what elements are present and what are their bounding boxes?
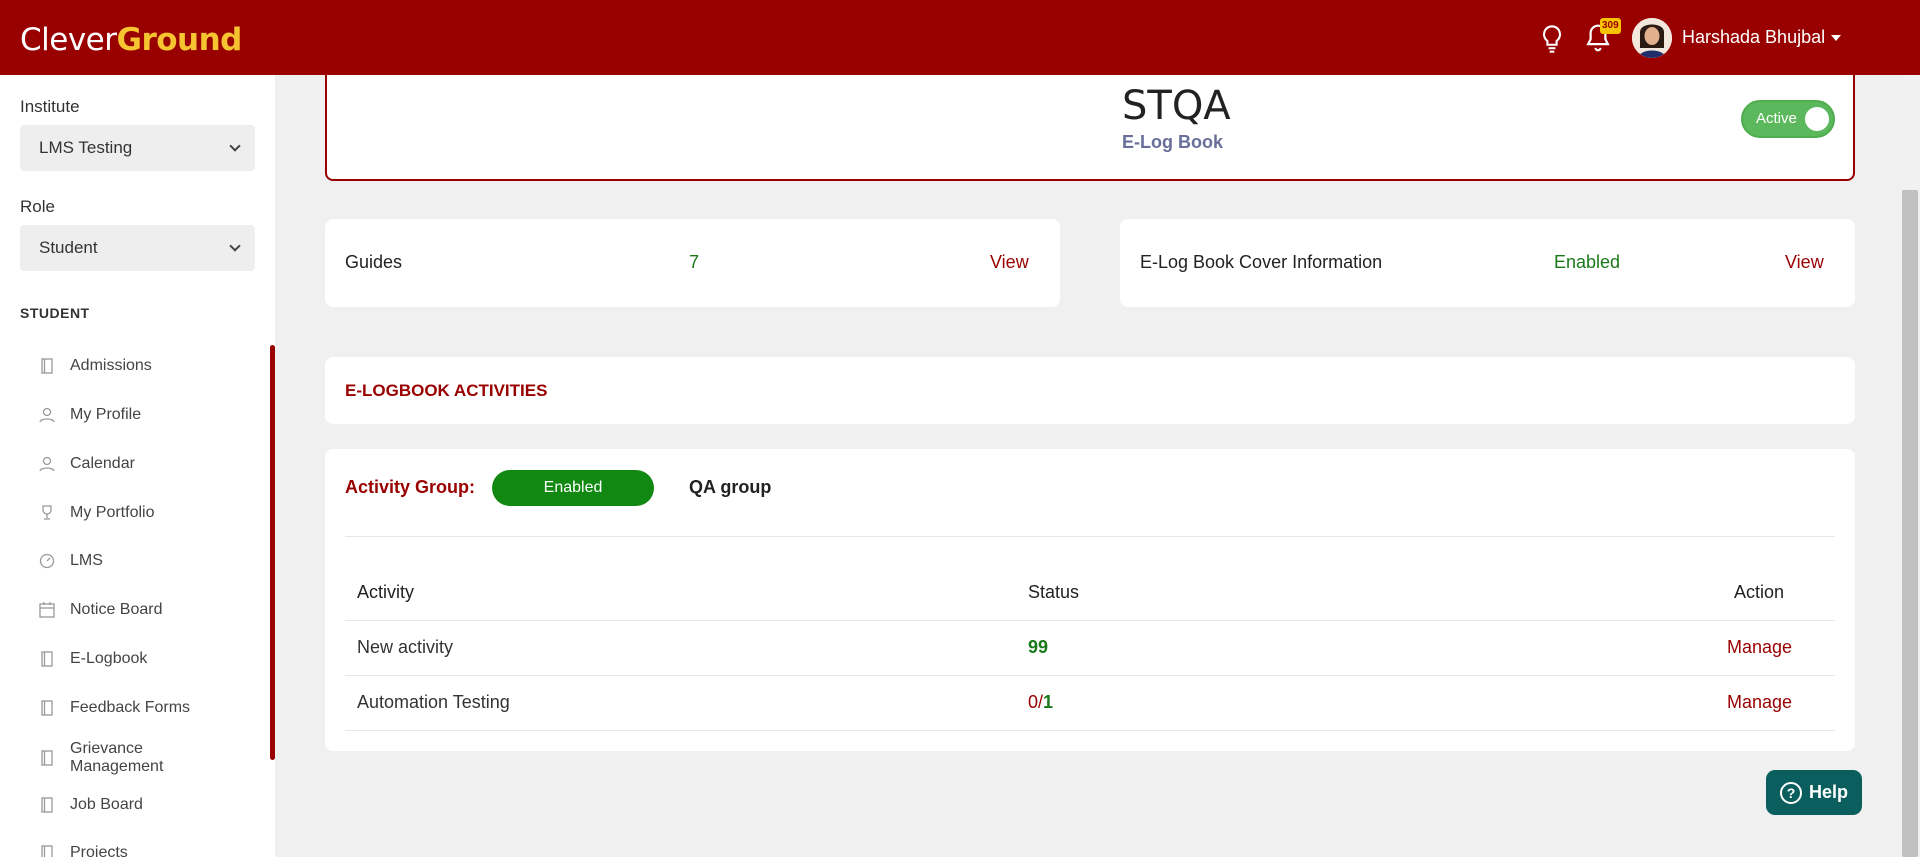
- book-icon: [41, 845, 53, 857]
- manage-link[interactable]: Manage: [1727, 692, 1792, 713]
- sidebar-item-label: My Portfolio: [70, 504, 155, 521]
- question-icon: ?: [1779, 781, 1802, 804]
- clever-ground-logo[interactable]: CleverGround: [20, 22, 242, 58]
- manage-link[interactable]: Manage: [1727, 637, 1792, 658]
- sidebar-item-label: Grievance Management: [70, 740, 163, 776]
- sidebar-item-label: My Profile: [70, 406, 142, 423]
- cover-info-view-link[interactable]: View: [1785, 252, 1824, 273]
- column-header-action: Action: [1734, 582, 1785, 602]
- page-scrollbar[interactable]: [1900, 75, 1920, 857]
- sidebar-item-label: Feedback Forms: [70, 699, 191, 716]
- avatar[interactable]: [1632, 18, 1672, 58]
- sidebar-item-projects[interactable]: Projects: [38, 844, 258, 857]
- chevron-down-icon: [229, 140, 241, 152]
- active-toggle[interactable]: Active: [1741, 100, 1835, 138]
- sidebar-item-lms[interactable]: LMS: [38, 552, 258, 570]
- sidebar-item-label: Admissions: [70, 357, 152, 374]
- book-icon: [41, 651, 53, 667]
- sidebar-scrollbar[interactable]: [270, 345, 275, 760]
- activity-group-card: Activity Group: Enabled QA group Activit…: [325, 449, 1855, 751]
- top-navbar: CleverGround 309 Harshada Bhujbal: [0, 0, 1920, 75]
- column-header-status: Status: [1028, 582, 1080, 602]
- sidebar-item-label: Notice Board: [70, 601, 163, 618]
- sidebar-item-job-board[interactable]: Job Board: [38, 796, 258, 814]
- sidebar-item-admissions[interactable]: Admissions: [38, 357, 258, 375]
- sidebar-item-label: LMS: [70, 552, 103, 569]
- sidebar-item-feedback-forms[interactable]: Feedback Forms: [38, 699, 258, 717]
- sidebar-item-label: Projects: [70, 844, 128, 857]
- logo-text-clever: Clever: [20, 22, 117, 58]
- book-icon: [41, 358, 53, 374]
- institute-select[interactable]: LMS Testing: [20, 125, 255, 171]
- logo-text-ground: Ground: [116, 22, 243, 58]
- activities-section-header: E-LOGBOOK ACTIVITIES: [325, 357, 1855, 424]
- help-button[interactable]: ? Help: [1766, 770, 1862, 815]
- calendar-icon: [39, 602, 55, 618]
- user-menu[interactable]: Harshada Bhujbal: [1682, 27, 1842, 48]
- guides-view-link[interactable]: View: [990, 252, 1029, 273]
- sidebar-item-calendar[interactable]: Calendar: [38, 455, 258, 473]
- scrollbar-thumb[interactable]: [1902, 190, 1918, 857]
- page-title: STQA: [1122, 83, 1231, 129]
- role-select-value: Student: [39, 238, 98, 257]
- cover-info-card: E-Log Book Cover Information Enabled Vie…: [1120, 219, 1855, 307]
- sidebar-item-label-line2: Management: [70, 758, 164, 775]
- activity-status-done: 0: [1028, 692, 1039, 712]
- sidebar-item-label: Calendar: [70, 455, 135, 472]
- cover-info-status: Enabled: [1554, 252, 1621, 272]
- activity-group-label: Activity Group:: [345, 477, 476, 497]
- activity-group-status-pill[interactable]: Enabled: [492, 470, 654, 506]
- trophy-icon: [42, 505, 52, 520]
- divider: [345, 675, 1835, 676]
- toggle-knob: [1805, 107, 1829, 131]
- activity-name: Automation Testing: [357, 692, 510, 712]
- activity-status: 99: [1028, 637, 1049, 657]
- institute-label: Institute: [20, 97, 80, 116]
- activity-group-name: QA group: [689, 477, 772, 497]
- sidebar-item-e-logbook[interactable]: E-Logbook: [38, 650, 258, 668]
- book-icon: [41, 750, 53, 766]
- help-label: Help: [1808, 782, 1848, 802]
- sidebar-item-label: Job Board: [70, 796, 143, 813]
- sidebar-item-label: E-Logbook: [70, 650, 148, 667]
- sidebar-item-my-portfolio[interactable]: My Portfolio: [38, 504, 258, 522]
- sidebar-item-notice-board[interactable]: Notice Board: [38, 601, 258, 619]
- institute-select-value: LMS Testing: [39, 138, 133, 157]
- book-icon: [41, 797, 53, 813]
- sidebar-item-my-profile[interactable]: My Profile: [38, 406, 258, 424]
- divider: [345, 730, 1835, 731]
- sidebar-section-student: STUDENT: [20, 305, 90, 321]
- sidebar-item-grievance-management[interactable]: Grievance Management: [38, 740, 258, 776]
- activity-status: 0/1: [1028, 692, 1053, 713]
- caret-down-icon: [1831, 34, 1842, 41]
- course-header-card: STQA E-Log Book Active: [325, 60, 1855, 181]
- role-label: Role: [20, 197, 55, 216]
- sidebar-item-label-line1: Grievance: [70, 740, 143, 757]
- guides-count: 7: [689, 252, 700, 272]
- role-select[interactable]: Student: [20, 225, 255, 271]
- cover-info-label: E-Log Book Cover Information: [1140, 252, 1383, 272]
- column-header-activity: Activity: [357, 582, 415, 602]
- active-toggle-label: Active: [1756, 110, 1797, 127]
- activity-name: New activity: [357, 637, 454, 657]
- notification-count-badge: 309: [1600, 18, 1621, 34]
- book-icon: [41, 700, 53, 716]
- lightbulb-icon[interactable]: [1538, 24, 1566, 54]
- sidebar: Institute LMS Testing Role Student STUDE…: [0, 75, 275, 857]
- user-icon: [39, 456, 55, 472]
- user-name: Harshada Bhujbal: [1682, 27, 1826, 47]
- page-subtitle: E-Log Book: [1122, 132, 1223, 152]
- divider: [345, 620, 1835, 621]
- guides-card: Guides 7 View: [325, 219, 1060, 307]
- user-icon: [39, 407, 55, 423]
- divider: [345, 536, 1835, 537]
- gauge-icon: [39, 553, 55, 569]
- chevron-down-icon: [229, 240, 241, 252]
- guides-label: Guides: [345, 252, 403, 272]
- activity-status-total: 1: [1043, 692, 1054, 712]
- user-avatar-image: [1632, 18, 1672, 58]
- section-title: E-LOGBOOK ACTIVITIES: [345, 381, 548, 400]
